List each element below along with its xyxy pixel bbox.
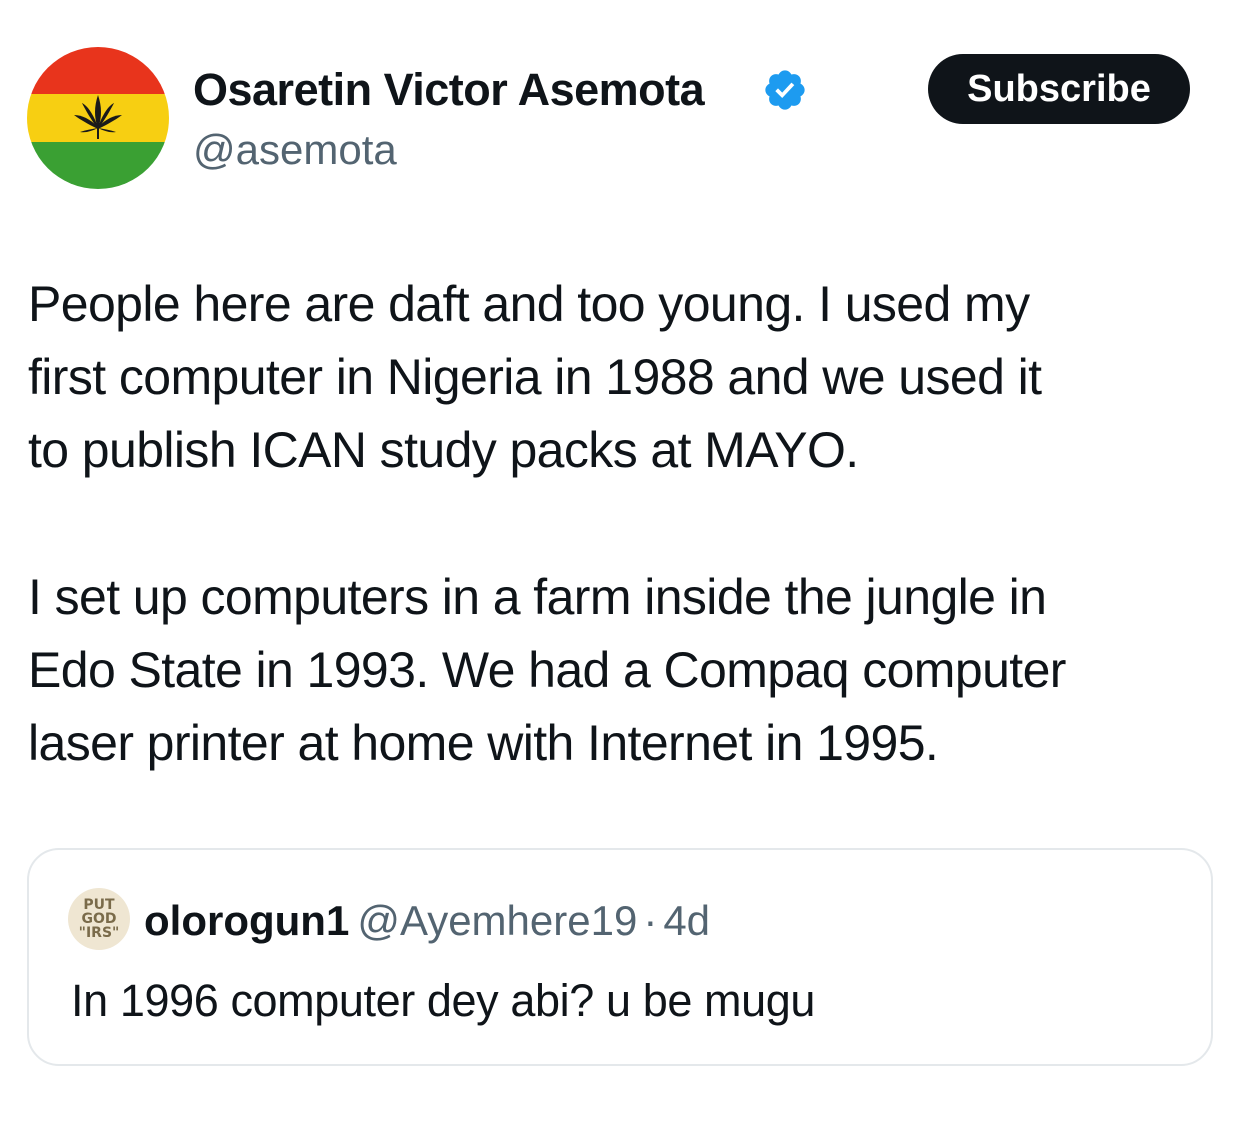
tweet-text-line: laser printer at home with Internet in 1… — [28, 715, 939, 771]
author-name[interactable]: Osaretin Victor Asemota — [193, 63, 705, 117]
quote-author-name[interactable]: olorogun1 — [144, 897, 349, 944]
tweet: Osaretin Victor Asemota @asemota Subscri… — [0, 0, 1242, 1124]
tweet-text-line: People here are daft and too young. I us… — [28, 276, 1030, 332]
subscribe-button[interactable]: Subscribe — [928, 54, 1190, 124]
quote-author-avatar[interactable]: PUT GOD "IRS" — [68, 888, 130, 950]
author-handle[interactable]: @asemota — [193, 124, 397, 176]
quote-author-handle[interactable]: @Ayemhere19 — [357, 897, 637, 944]
tweet-text-line: first computer in Nigeria in 1988 and we… — [28, 349, 1042, 405]
separator-dot: · — [643, 897, 658, 944]
tweet-paragraph-1: People here are daft and too young. I us… — [28, 268, 1218, 487]
quote-timestamp[interactable]: 4d — [663, 897, 710, 944]
tweet-text-line: I set up computers in a farm inside the … — [28, 569, 1047, 625]
quote-header: olorogun1 @Ayemhere19 · 4d — [144, 895, 710, 947]
avatar-lettering-line: "IRS" — [78, 925, 120, 941]
flag-leaf-icon — [27, 47, 169, 189]
quoted-tweet-card[interactable]: PUT GOD "IRS" olorogun1 @Ayemhere19 · 4d In… — [27, 848, 1213, 1066]
tweet-text-line: Edo State in 1993. We had a Compaq compu… — [28, 642, 1066, 698]
verified-badge-icon — [765, 70, 805, 110]
avatar-lettering: PUT GOD "IRS" — [68, 888, 130, 950]
tweet-text-line: to publish ICAN study packs at MAYO. — [28, 422, 859, 478]
author-avatar[interactable] — [27, 47, 169, 189]
avatar-lettering-line: PUT — [83, 897, 115, 913]
tweet-paragraph-2: I set up computers in a farm inside the … — [28, 561, 1218, 780]
quote-text: In 1996 computer dey abi? u be mugu — [71, 975, 816, 1026]
avatar-lettering-line: GOD — [81, 911, 117, 927]
